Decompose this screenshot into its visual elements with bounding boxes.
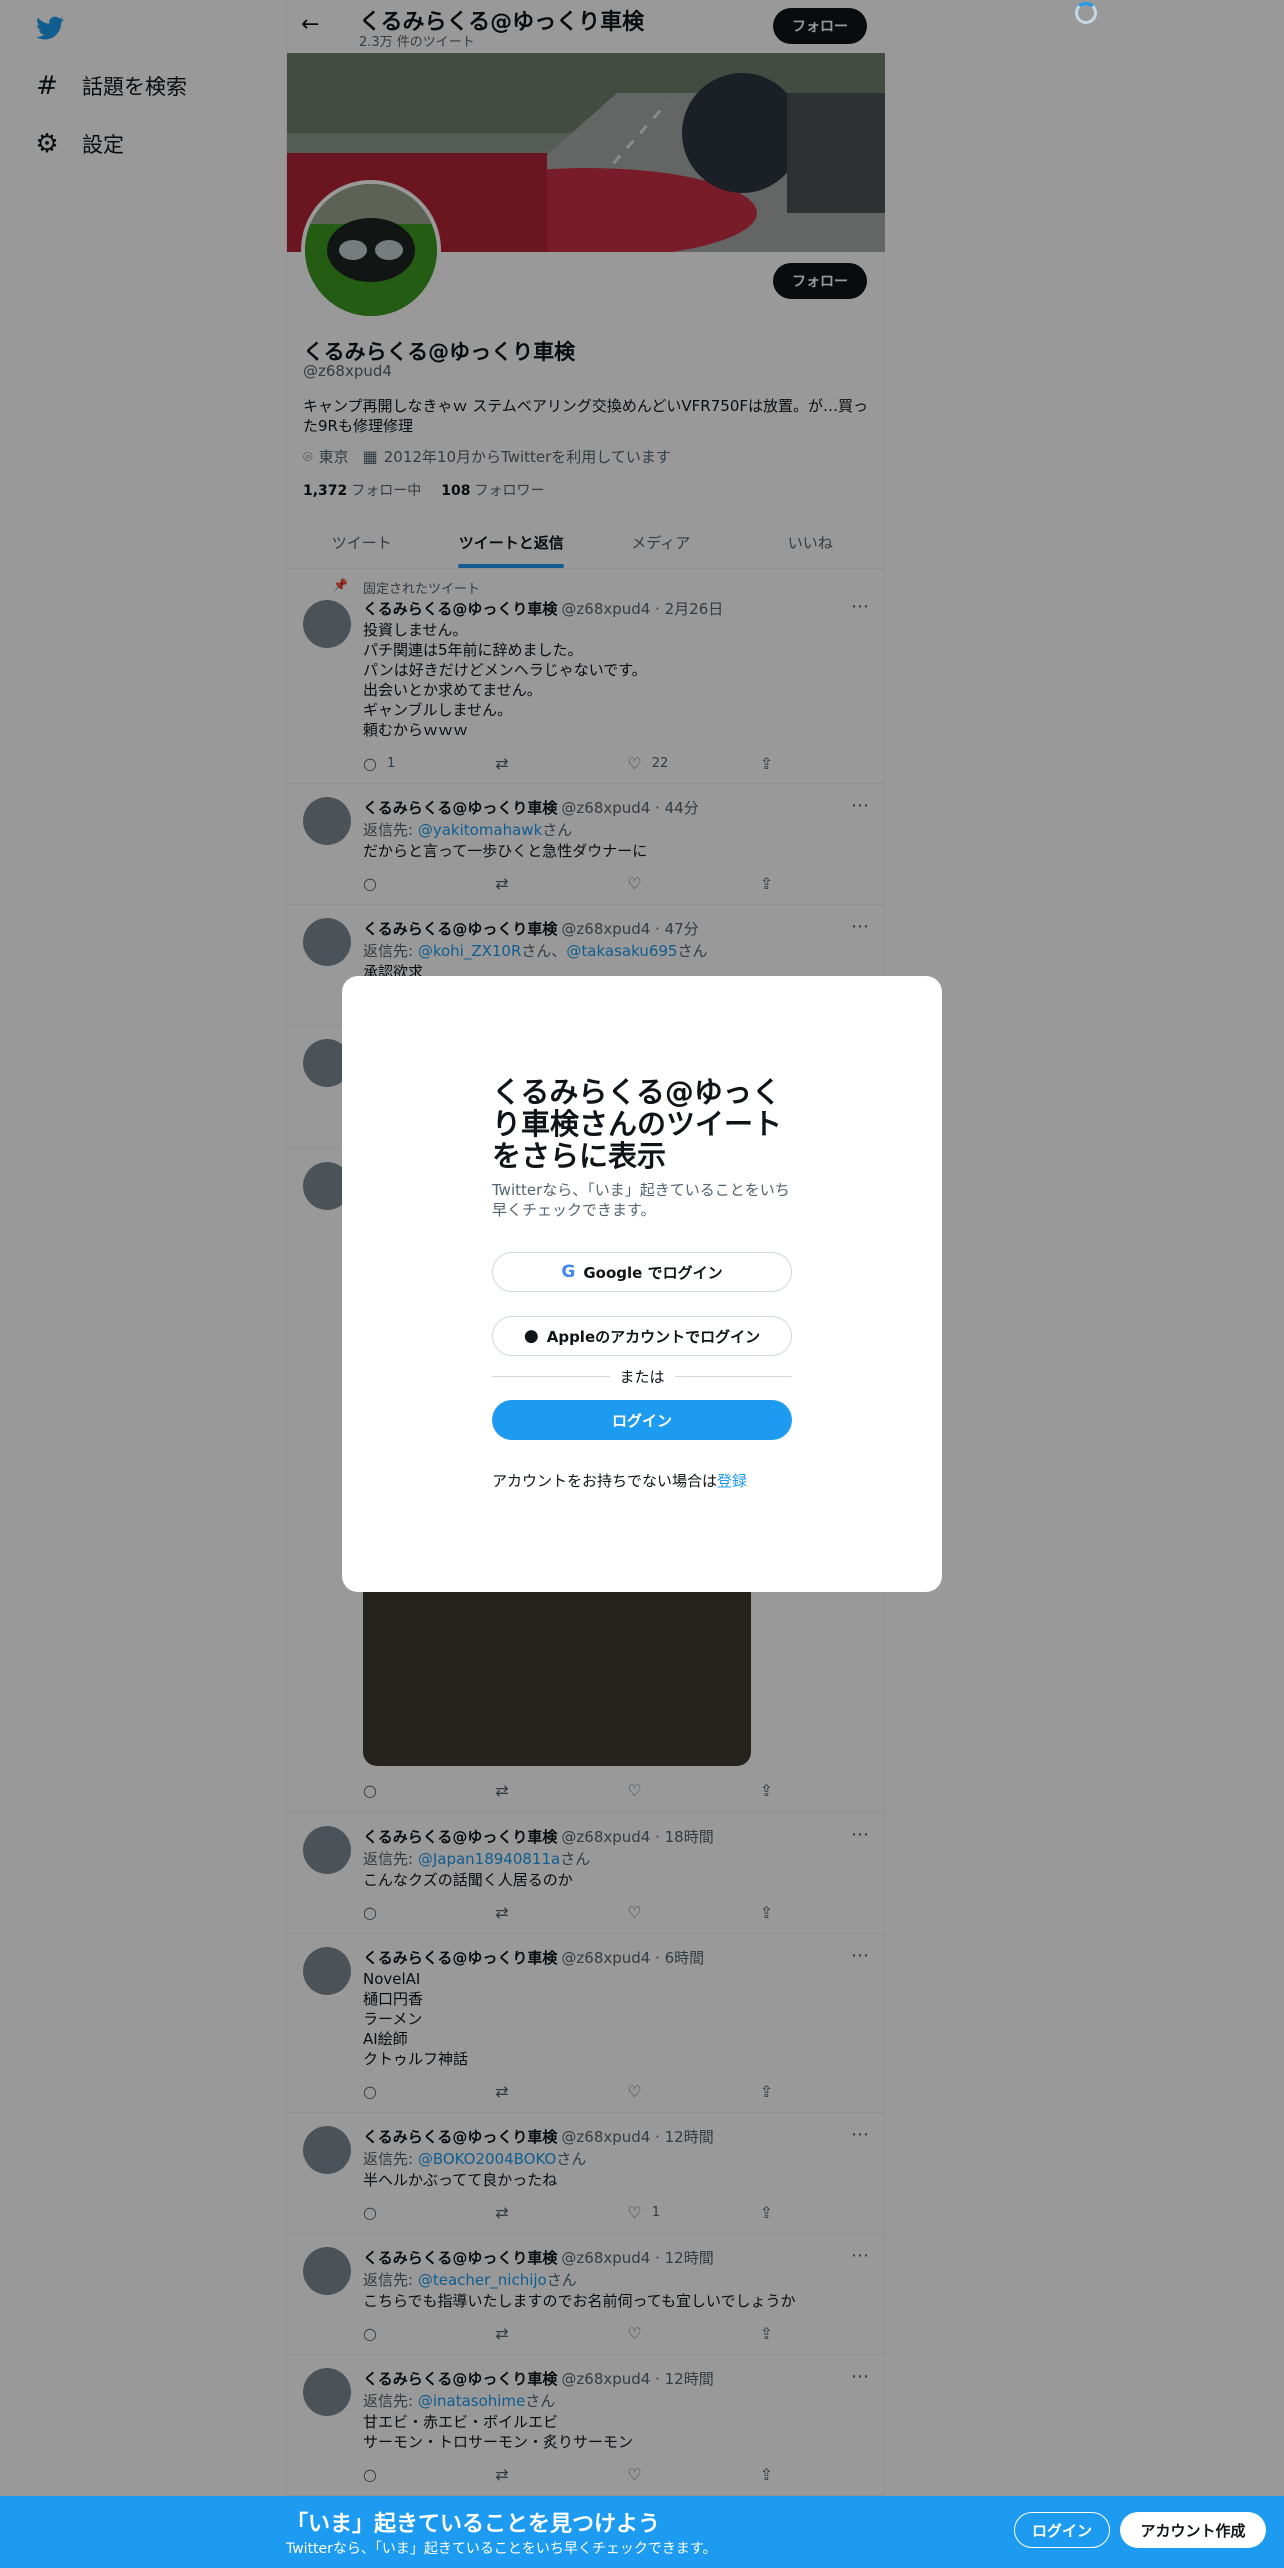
- modal-subtitle: Twitterなら、「いま」起きていることをいち早くチェックできます。: [492, 1181, 790, 1219]
- apple-login-button[interactable]: ● Appleのアカウントでログイン: [492, 1316, 792, 1356]
- apple-login-label: Appleのアカウントでログイン: [546, 1327, 761, 1346]
- google-login-button[interactable]: G Google でログイン: [492, 1252, 792, 1292]
- bottom-login-button[interactable]: ログイン: [1014, 2512, 1110, 2548]
- google-logo-icon: G: [561, 1262, 576, 1282]
- bottom-signup-button[interactable]: アカウント作成: [1120, 2512, 1266, 2548]
- signup-text: アカウントをお持ちでない場合は: [492, 1472, 718, 1490]
- apple-logo-icon: ●: [523, 1326, 539, 1346]
- or-label: または: [619, 1367, 665, 1386]
- loading-spinner-icon: [1075, 2, 1097, 24]
- modal-title: くるみらくる@ゆっくり車検さんのツイートをさらに表示: [492, 1075, 783, 1173]
- google-login-label: Google でログイン: [583, 1263, 723, 1282]
- bottom-signup-bar: 「いま」起きていることを見つけよう Twitterなら、「いま」起きていることを…: [0, 2496, 1284, 2568]
- divider-line: [674, 1375, 793, 1377]
- modal-login-button[interactable]: ログイン: [492, 1400, 792, 1440]
- bottom-bar-subtitle: Twitterなら、「いま」起きていることをいち早くチェックできます。: [286, 2541, 717, 2557]
- signup-prompt: アカウントをお持ちでない場合は登録: [492, 1470, 792, 1491]
- or-divider: または: [492, 1366, 793, 1386]
- divider-line: [492, 1375, 610, 1377]
- signup-link[interactable]: 登録: [717, 1472, 747, 1490]
- login-prompt-modal: くるみらくる@ゆっくり車検さんのツイートをさらに表示 Twitterなら、「いま…: [342, 976, 942, 1592]
- bottom-bar-title: 「いま」起きていることを見つけよう: [286, 2512, 661, 2537]
